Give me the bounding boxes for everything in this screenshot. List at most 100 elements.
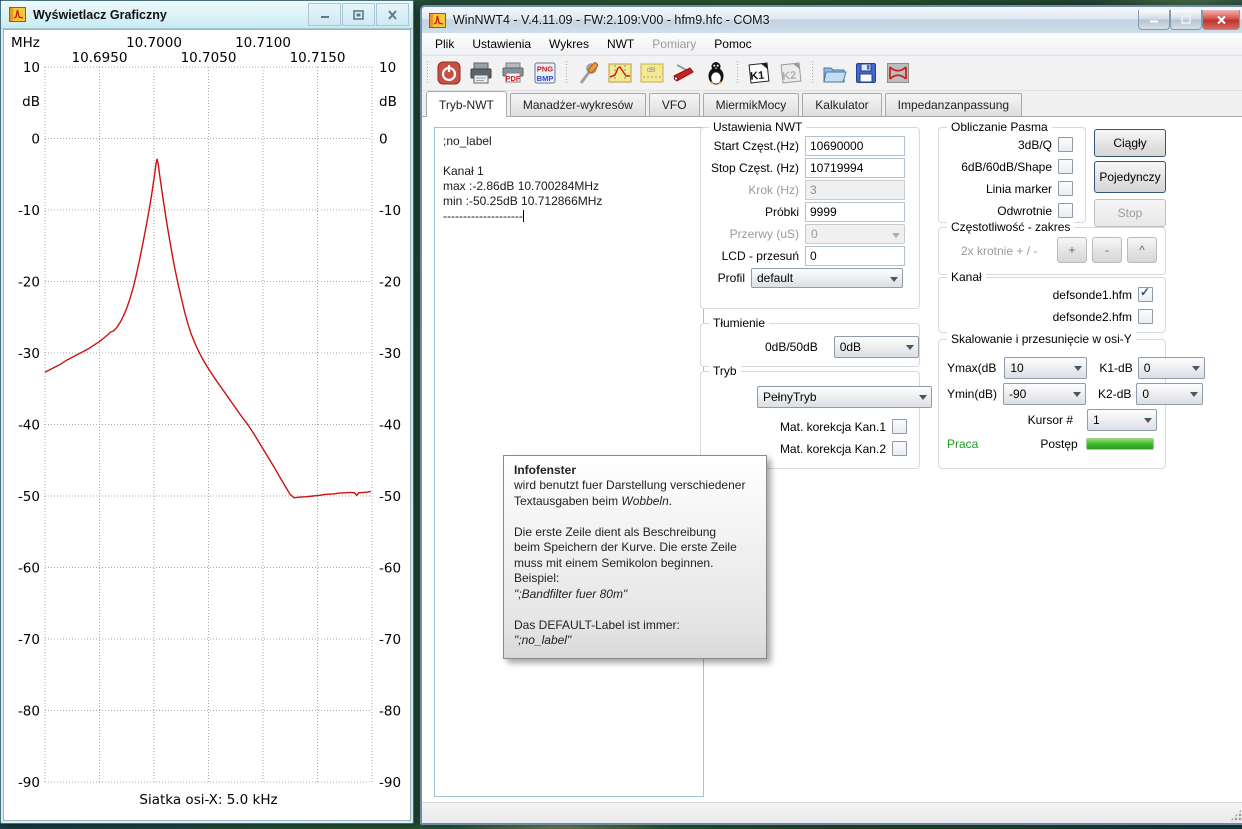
k1-correction-button[interactable]: K1 bbox=[744, 58, 774, 88]
progress-label: Postęp bbox=[1040, 437, 1077, 451]
ymin-label: Ymin(dB) bbox=[947, 387, 997, 401]
freq-range-label: 2x krotnie + / - bbox=[961, 244, 1037, 258]
maximize-button[interactable] bbox=[342, 3, 375, 26]
menu-wykres[interactable]: Wykres bbox=[540, 34, 598, 54]
chevron-down-icon bbox=[1190, 392, 1198, 397]
band-calc-checkbox-odwrotnie[interactable] bbox=[1058, 203, 1073, 218]
svg-text:-20: -20 bbox=[379, 275, 401, 291]
open-folder-button[interactable] bbox=[819, 58, 849, 88]
tooltip-line: Das DEFAULT-Label ist immer: bbox=[514, 618, 756, 634]
info-text-line: max :-2.86dB 10.700284MHz bbox=[443, 179, 695, 194]
attenuation-select[interactable]: 0dB bbox=[834, 336, 919, 358]
toolbar-separator bbox=[736, 61, 739, 85]
toolbar-separator bbox=[426, 61, 429, 85]
ci-g-y-button[interactable]: Ciągły bbox=[1094, 129, 1166, 157]
tab-miermikmocy[interactable]: MiermikMocy bbox=[703, 93, 800, 117]
mode-checkbox-mat-korekcja-kan-2[interactable] bbox=[892, 441, 907, 456]
group-title: Częstotliwość - zakres bbox=[947, 220, 1074, 234]
main-window-titlebar[interactable]: WinNWT4 - V.4.11.09 - FW:2.109:V00 - hfm… bbox=[422, 7, 1242, 33]
print-icon bbox=[468, 60, 494, 86]
svg-text:-90: -90 bbox=[379, 775, 401, 791]
chevron-down-icon bbox=[1074, 366, 1082, 371]
svg-text:10.7100: 10.7100 bbox=[235, 35, 291, 51]
minimize-button[interactable] bbox=[1138, 10, 1170, 30]
attenuation-value: 0dB bbox=[840, 340, 861, 354]
field-start-cz-st-hz-[interactable]: 10690000 bbox=[805, 136, 905, 156]
mode-value: PełnyTryb bbox=[763, 390, 817, 404]
channel-checkbox-defsonde2-hfm[interactable] bbox=[1138, 309, 1153, 324]
db-box-button[interactable]: dB bbox=[637, 58, 667, 88]
k2-select[interactable]: 0 bbox=[1136, 383, 1203, 405]
freq-range-up-button[interactable]: ^ bbox=[1127, 237, 1157, 263]
freq-range-increase-button[interactable]: + bbox=[1057, 237, 1087, 263]
sweep-curve-button[interactable] bbox=[605, 58, 635, 88]
info-text-line: -------------------- bbox=[443, 209, 695, 224]
ymax-select[interactable]: 10 bbox=[1004, 357, 1087, 379]
wobble-stop-button[interactable] bbox=[883, 58, 913, 88]
svg-text:-70: -70 bbox=[18, 632, 40, 648]
band-calc-checkbox-6db-60db-shape[interactable] bbox=[1058, 159, 1073, 174]
status-bar bbox=[422, 802, 1242, 823]
field-lcd-przesu-[interactable]: 0 bbox=[805, 246, 905, 266]
penguin-button[interactable] bbox=[701, 58, 731, 88]
freq-range-decrease-button[interactable]: - bbox=[1092, 237, 1122, 263]
maximize-icon bbox=[1181, 15, 1191, 24]
field-stop-cz-st-hz-[interactable]: 10719994 bbox=[805, 158, 905, 178]
menu-plik[interactable]: Plik bbox=[426, 34, 463, 54]
tab-tryb-nwt[interactable]: Tryb-NWT bbox=[426, 91, 507, 117]
channel-checkbox-defsonde1-hfm[interactable] bbox=[1138, 287, 1153, 302]
field-profil[interactable]: default bbox=[751, 268, 903, 288]
pojedynczy-button[interactable]: Pojedynczy bbox=[1094, 161, 1166, 193]
multitool-icon bbox=[671, 60, 697, 86]
band-calc-checkbox-3db-q[interactable] bbox=[1058, 137, 1073, 152]
field-pr-bki[interactable]: 9999 bbox=[805, 202, 905, 222]
tab-kalkulator[interactable]: Kalkulator bbox=[802, 93, 881, 117]
band-calc-checkbox-linia-marker[interactable] bbox=[1058, 181, 1073, 196]
k1-select[interactable]: 0 bbox=[1138, 357, 1205, 379]
svg-text:BMP: BMP bbox=[537, 74, 554, 83]
tab-vfo[interactable]: VFO bbox=[649, 93, 700, 117]
group-nwt-settings: Ustawienia NWT Start Częst.(Hz)10690000S… bbox=[700, 127, 920, 309]
mode-select[interactable]: PełnyTryb bbox=[757, 386, 932, 408]
multitool-button[interactable] bbox=[669, 58, 699, 88]
resize-grip[interactable] bbox=[1230, 809, 1242, 821]
svg-text:dB: dB bbox=[22, 94, 40, 110]
menu-ustawienia[interactable]: Ustawienia bbox=[463, 34, 540, 54]
print-pdf-button[interactable]: PDF bbox=[498, 58, 528, 88]
export-image-button[interactable]: PNGBMP bbox=[530, 58, 560, 88]
power-button[interactable] bbox=[434, 58, 464, 88]
run-button-column: CiągłyPojedynczyStop bbox=[1094, 127, 1164, 227]
tools-button[interactable] bbox=[573, 58, 603, 88]
menu-nwt[interactable]: NWT bbox=[598, 34, 643, 54]
k2-correction-button[interactable]: K2 bbox=[776, 58, 806, 88]
menu-pomoc[interactable]: Pomoc bbox=[705, 34, 760, 54]
svg-text:PDF: PDF bbox=[506, 74, 521, 83]
status-praca-label: Praca bbox=[947, 437, 978, 451]
sweep-curve-icon bbox=[607, 60, 633, 86]
tab-impedanzanpassung[interactable]: Impedanzanpassung bbox=[885, 93, 1022, 117]
chevron-down-icon bbox=[1073, 392, 1081, 397]
text-cursor bbox=[523, 210, 524, 222]
svg-text:10.7150: 10.7150 bbox=[290, 50, 346, 66]
svg-text:dB: dB bbox=[647, 67, 656, 74]
tooltip-line bbox=[514, 509, 756, 525]
graph-plot-area[interactable]: 101000-10-10-20-20-30-30-40-40-50-50-60-… bbox=[3, 29, 411, 821]
chevron-down-icon bbox=[890, 277, 898, 282]
save-button[interactable] bbox=[851, 58, 881, 88]
minimize-button[interactable] bbox=[308, 3, 341, 26]
graph-window-titlebar[interactable]: Wyświetlacz Graficzny bbox=[1, 1, 413, 29]
cursor-select[interactable]: 1 bbox=[1087, 409, 1157, 431]
close-button[interactable] bbox=[376, 3, 409, 26]
print-button[interactable] bbox=[466, 58, 496, 88]
mode-checkbox-mat-korekcja-kan-1[interactable] bbox=[892, 419, 907, 434]
svg-text:-80: -80 bbox=[379, 704, 401, 720]
svg-text:10: 10 bbox=[379, 60, 396, 76]
tab-manad-er-wykres-w[interactable]: Manadżer-wykresów bbox=[510, 93, 646, 117]
svg-text:-70: -70 bbox=[379, 632, 401, 648]
ymin-select[interactable]: -90 bbox=[1003, 383, 1086, 405]
mode-label: Mat. korekcja Kan.2 bbox=[780, 442, 886, 456]
close-button[interactable] bbox=[1202, 10, 1240, 30]
maximize-button[interactable] bbox=[1170, 10, 1202, 30]
svg-text:-60: -60 bbox=[379, 561, 401, 577]
svg-text:MHz: MHz bbox=[11, 35, 40, 51]
